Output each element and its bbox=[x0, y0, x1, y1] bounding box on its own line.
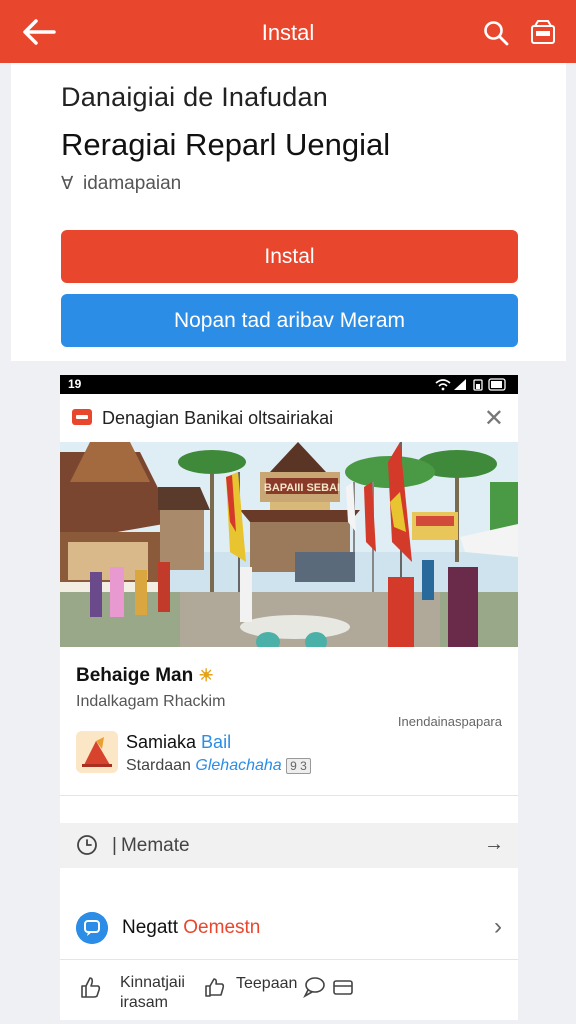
like-label-line1: Kinnatjaii bbox=[120, 974, 185, 991]
status-bar: 19 bbox=[60, 375, 518, 394]
notification-title: Denagian Banikai oltsairiakai bbox=[102, 408, 334, 428]
post-title-text: Behaige Man bbox=[76, 665, 194, 686]
notification-header: Denagian Banikai oltsairiakai ✕ bbox=[60, 394, 518, 442]
like-label-line2: irasam bbox=[120, 994, 169, 1011]
nav-label-accent: Oemestn bbox=[183, 917, 261, 938]
app-icon bbox=[72, 409, 92, 425]
chat-icon bbox=[76, 912, 108, 944]
action-bar: Kinnatjaii irasam Teepaan bbox=[60, 965, 518, 1020]
nav-row[interactable]: Negatt Oemestn › bbox=[60, 897, 518, 959]
thumbs-up-icon[interactable] bbox=[203, 975, 227, 999]
sparkle-emoji-icon: ☀ bbox=[198, 666, 214, 685]
store-icon[interactable] bbox=[530, 19, 556, 45]
linked-app-name-accent: Bail bbox=[201, 732, 232, 752]
app-name: Reragiai Reparl Uengial bbox=[61, 127, 391, 162]
clock-icon bbox=[77, 835, 97, 855]
more-row[interactable]: | Memate → bbox=[60, 823, 518, 868]
install-button[interactable]: Instal bbox=[61, 230, 518, 283]
developer-name: idamapaian bbox=[83, 173, 182, 194]
person-icon: Ɐ bbox=[61, 173, 74, 193]
app-logo-icon[interactable] bbox=[76, 731, 118, 773]
divider bbox=[60, 795, 518, 796]
like-label[interactable]: Kinnatjaii irasam bbox=[120, 973, 185, 1013]
separator-glyph: | bbox=[112, 835, 117, 856]
share-label[interactable]: Teepaan bbox=[236, 975, 297, 993]
status-time: 19 bbox=[68, 377, 82, 391]
nav-label: Negatt Oemestn bbox=[122, 917, 260, 939]
arrow-right-icon: → bbox=[484, 833, 504, 855]
more-label: | Memate bbox=[112, 835, 190, 857]
linked-app-subline: Stardaan Glehachaha 9 3 bbox=[126, 757, 311, 775]
comment-icon[interactable] bbox=[302, 975, 326, 999]
svg-text:BAPAIII SEBAI: BAPAIII SEBAI bbox=[264, 482, 340, 494]
post-title: Behaige Man ☀ bbox=[76, 665, 214, 687]
app-header-card: Danaigiai de Inafudan Reragiai Reparl Ue… bbox=[11, 63, 566, 361]
chevron-right-icon: › bbox=[494, 913, 502, 940]
post-meta: Inendainaspapara bbox=[397, 714, 502, 729]
like-icon[interactable] bbox=[78, 975, 102, 999]
card-icon[interactable] bbox=[332, 976, 354, 998]
divider bbox=[60, 959, 518, 960]
count-badge: 9 3 bbox=[286, 758, 311, 774]
status-icons bbox=[435, 378, 506, 391]
post-subtitle: Indalkagam Rhackim bbox=[76, 693, 226, 710]
linked-app-sub-text: Stardaan bbox=[126, 757, 191, 774]
nav-label-text: Negatt bbox=[122, 917, 178, 938]
app-subtitle: Danaigiai de Inafudan bbox=[61, 82, 328, 112]
developer-line[interactable]: Ɐidamapaian bbox=[61, 173, 181, 195]
search-icon[interactable] bbox=[483, 20, 509, 46]
linked-app-name[interactable]: Samiaka Bail bbox=[126, 732, 231, 753]
linked-app-sub-link[interactable]: Glehachaha bbox=[195, 757, 281, 774]
top-app-bar: Instal bbox=[0, 0, 576, 63]
linked-app-name-text: Samiaka bbox=[126, 732, 197, 752]
close-icon[interactable]: ✕ bbox=[484, 404, 504, 433]
phone-screenshot-preview: 19 Denagian Banikai oltsairiakai ✕ BAPAI… bbox=[60, 375, 518, 1020]
more-label-text: Memate bbox=[120, 835, 190, 856]
open-button[interactable]: Nopan tad aribav Meram bbox=[61, 294, 518, 347]
village-event-photo: BAPAIII SEBAI bbox=[60, 442, 518, 647]
